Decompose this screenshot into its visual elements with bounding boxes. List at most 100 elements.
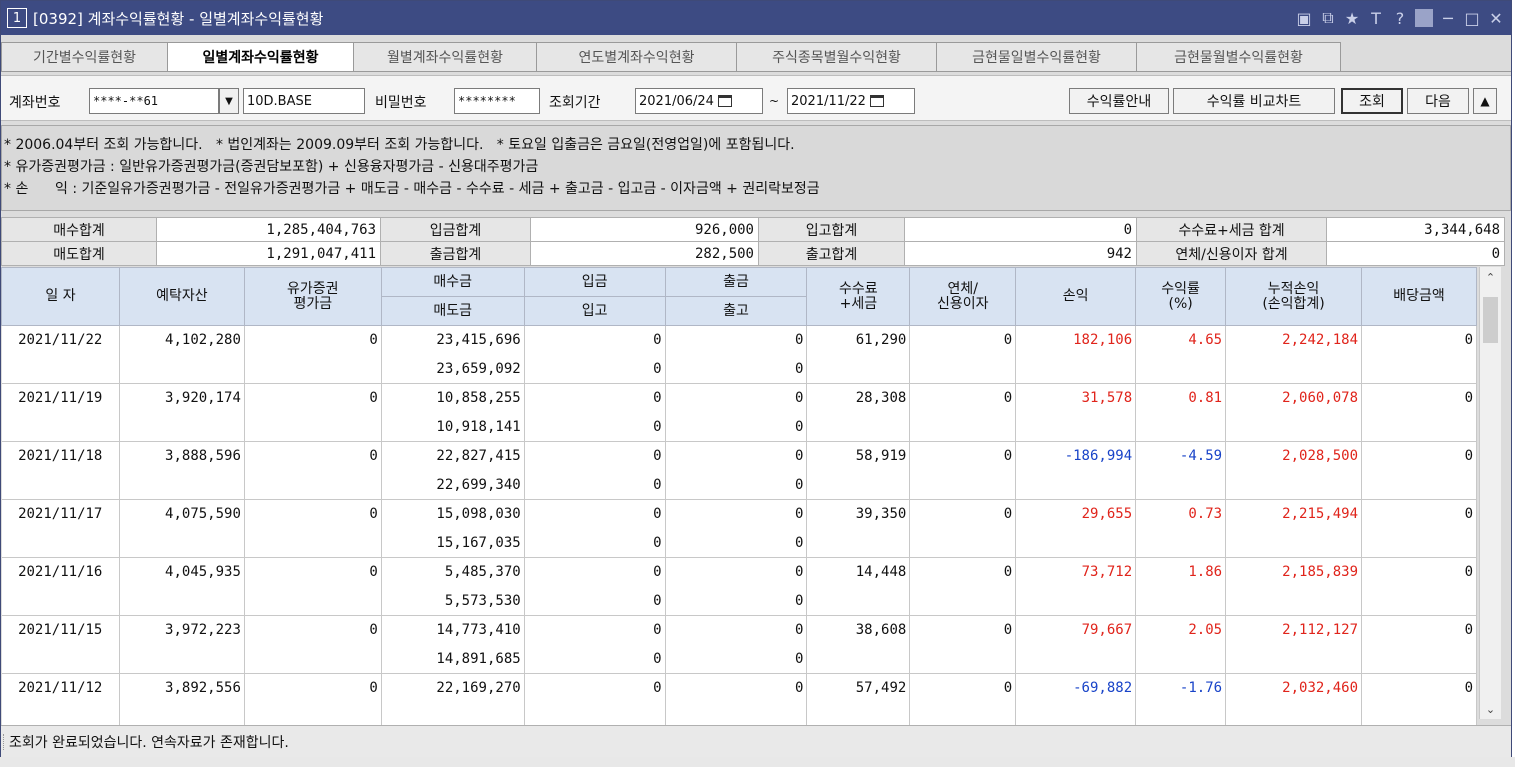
header-securities-value[interactable]: 유가증권 평가금: [243, 267, 382, 326]
row-buy-amount: 23,415,696: [381, 325, 525, 355]
next-button[interactable]: 다음: [1407, 88, 1469, 114]
row-buy-amount: 22,827,415: [381, 441, 525, 471]
note-line: * 손 익 : 기준일유가증권평가금 - 전일유가증권평가금 + 매도금 - 매…: [4, 181, 820, 197]
search-button[interactable]: 조회: [1341, 88, 1403, 114]
row-date: 2021/11/12: [1, 673, 120, 703]
title-separator: [1415, 9, 1433, 27]
row-cumulative-pnl: 2,215,494: [1225, 499, 1363, 529]
table-row[interactable]: 2021/11/17 4,075,590 0 15,098,030 0 0 39,350 0 2…: [1, 499, 1477, 529]
row-withdraw-amount: 0: [665, 441, 808, 471]
out-total-label: 출고합계: [758, 241, 905, 266]
header-incoming[interactable]: 입고: [523, 296, 666, 326]
tab-gold-monthly-return[interactable]: 금현물월별수익률현황: [1137, 42, 1341, 72]
header-pnl[interactable]: 손익: [1015, 267, 1137, 326]
font-icon[interactable]: T: [1367, 9, 1385, 28]
row-date: 2021/11/15: [1, 615, 120, 645]
tab-yearly-account-return[interactable]: 연도별계좌수익현황: [537, 42, 737, 72]
row-blank: [909, 528, 1017, 558]
row-withdraw-amount: 0: [665, 673, 808, 703]
row-incoming-amount: 0: [524, 470, 666, 500]
table-row[interactable]: 2021/11/15 3,972,223 0 14,773,410 0 0 38,608 0 7…: [1, 615, 1477, 645]
account-dropdown-icon[interactable]: ▼: [219, 88, 239, 114]
row-dividend: 0: [1361, 499, 1477, 529]
return-guide-button[interactable]: 수익률안내: [1069, 88, 1169, 114]
popout-icon[interactable]: ⧉: [1319, 8, 1337, 28]
row-deposit-asset: 3,892,556: [119, 673, 245, 703]
in-total-value: 0: [904, 217, 1137, 242]
row-deposit-amount: 0: [524, 557, 666, 587]
close-icon[interactable]: ✕: [1487, 9, 1505, 28]
scroll-thumb[interactable]: [1483, 297, 1498, 343]
header-cumulative-pnl[interactable]: 누적손익 (손익합계): [1225, 267, 1363, 326]
query-bar: 계좌번호 ****-**61 ▼ 10D.BASE 비밀번호 ******** …: [1, 75, 1511, 121]
tab-period-return[interactable]: 기간별수익률현황: [1, 42, 168, 72]
scroll-down-icon[interactable]: ⌄: [1480, 699, 1501, 719]
header-dividend[interactable]: 배당금액: [1361, 267, 1477, 326]
table-row[interactable]: 2021/11/12 3,892,556 0 22,169,270 0 0 57,492 0-…: [1, 673, 1477, 703]
table-row-second-line[interactable]: 5,573,530 0 0: [1, 586, 1477, 616]
header-buy[interactable]: 매수금: [380, 267, 525, 297]
table-row[interactable]: 2021/11/16 4,045,935 0 5,485,370 0 0 14,448 0 73…: [1, 557, 1477, 587]
header-return-rate[interactable]: 수익률 (%): [1135, 267, 1227, 326]
vertical-scrollbar[interactable]: ⌃ ⌄: [1479, 267, 1501, 719]
table-row-second-line[interactable]: 10,918,141 0 0: [1, 412, 1477, 442]
row-buy-amount: 10,858,255: [381, 383, 525, 413]
row-blank: [1, 412, 120, 442]
password-field[interactable]: ********: [454, 88, 540, 114]
title-icons: ▣ ⧉ ★ T ? ─ □ ✕: [1295, 1, 1505, 35]
row-blank: [806, 470, 911, 500]
withdraw-total-value: 282,500: [530, 241, 759, 266]
row-incoming-amount: 0: [524, 528, 666, 558]
table-row[interactable]: 2021/11/19 3,920,174 0 10,858,255 0 0 28,308 0 3…: [1, 383, 1477, 413]
help-icon[interactable]: ?: [1391, 9, 1409, 28]
row-blank: [244, 470, 382, 500]
start-date-field[interactable]: 2021/06/24: [635, 88, 763, 114]
tab-monthly-account-return[interactable]: 월별계좌수익률현황: [354, 42, 537, 72]
header-deposit-asset[interactable]: 예탁자산: [118, 267, 245, 326]
header-interest[interactable]: 연체/ 신용이자: [909, 267, 1017, 326]
tab-gold-daily-return[interactable]: 금현물일별수익률현황: [937, 42, 1137, 72]
row-securities-value: 0: [244, 325, 382, 355]
calendar-icon[interactable]: [869, 95, 884, 107]
tab-stock-monthly-return[interactable]: 주식종목별월수익현황: [737, 42, 937, 72]
table-row-second-line[interactable]: 14,891,685 0 0: [1, 644, 1477, 674]
row-blank: [909, 412, 1017, 442]
grid-body: 2021/11/22 4,102,280 0 23,415,696 0 0 61,290 0 1…: [1, 325, 1477, 732]
row-blank: [1225, 586, 1363, 616]
title-bar[interactable]: 1 [0392] 계좌수익률현황 - 일별계좌수익률현황 ▣ ⧉ ★ T ? ─…: [1, 1, 1511, 35]
tab-daily-account-return[interactable]: 일별계좌수익률현황: [168, 42, 354, 72]
header-date[interactable]: 일 자: [1, 267, 120, 326]
maximize-icon[interactable]: □: [1463, 9, 1481, 28]
end-date-field[interactable]: 2021/11/22: [787, 88, 915, 114]
table-row-second-line[interactable]: 23,659,092 0 0: [1, 354, 1477, 384]
table-row-second-line[interactable]: 22,699,340 0 0: [1, 470, 1477, 500]
row-fee-tax: 57,492: [806, 673, 911, 703]
header-fee-tax[interactable]: 수수료 +세금: [806, 267, 911, 326]
table-row-second-line[interactable]: 15,167,035 0 0: [1, 528, 1477, 558]
collapse-icon[interactable]: ▲: [1473, 88, 1497, 114]
start-date-value: 2021/06/24: [639, 93, 714, 109]
row-blank: [1361, 644, 1477, 674]
compare-chart-button[interactable]: 수익률 비교차트: [1173, 88, 1335, 114]
row-outgoing-amount: 0: [665, 586, 808, 616]
tab-baseline: [1, 71, 1511, 72]
restore-icon[interactable]: ▣: [1295, 9, 1313, 28]
row-withdraw-amount: 0: [665, 325, 808, 355]
table-row[interactable]: 2021/11/18 3,888,596 0 22,827,415 0 0 58,919 0-…: [1, 441, 1477, 471]
table-row[interactable]: 2021/11/22 4,102,280 0 23,415,696 0 0 61,290 0 1…: [1, 325, 1477, 355]
account-number-field[interactable]: ****-**61: [89, 88, 219, 114]
scroll-up-icon[interactable]: ⌃: [1480, 267, 1501, 287]
row-sell-amount: 22,699,340: [381, 470, 525, 500]
pin-icon[interactable]: ★: [1343, 9, 1361, 28]
row-withdraw-amount: 0: [665, 383, 808, 413]
calendar-icon[interactable]: [717, 95, 732, 107]
row-blank: [1225, 470, 1363, 500]
row-blank: [244, 528, 382, 558]
minimize-icon[interactable]: ─: [1439, 9, 1457, 28]
row-withdraw-amount: 0: [665, 499, 808, 529]
header-sell[interactable]: 매도금: [380, 296, 525, 326]
header-outgoing[interactable]: 출고: [664, 296, 808, 326]
header-withdraw[interactable]: 출금: [664, 267, 808, 297]
header-deposit[interactable]: 입금: [523, 267, 666, 297]
row-blank: [1, 644, 120, 674]
